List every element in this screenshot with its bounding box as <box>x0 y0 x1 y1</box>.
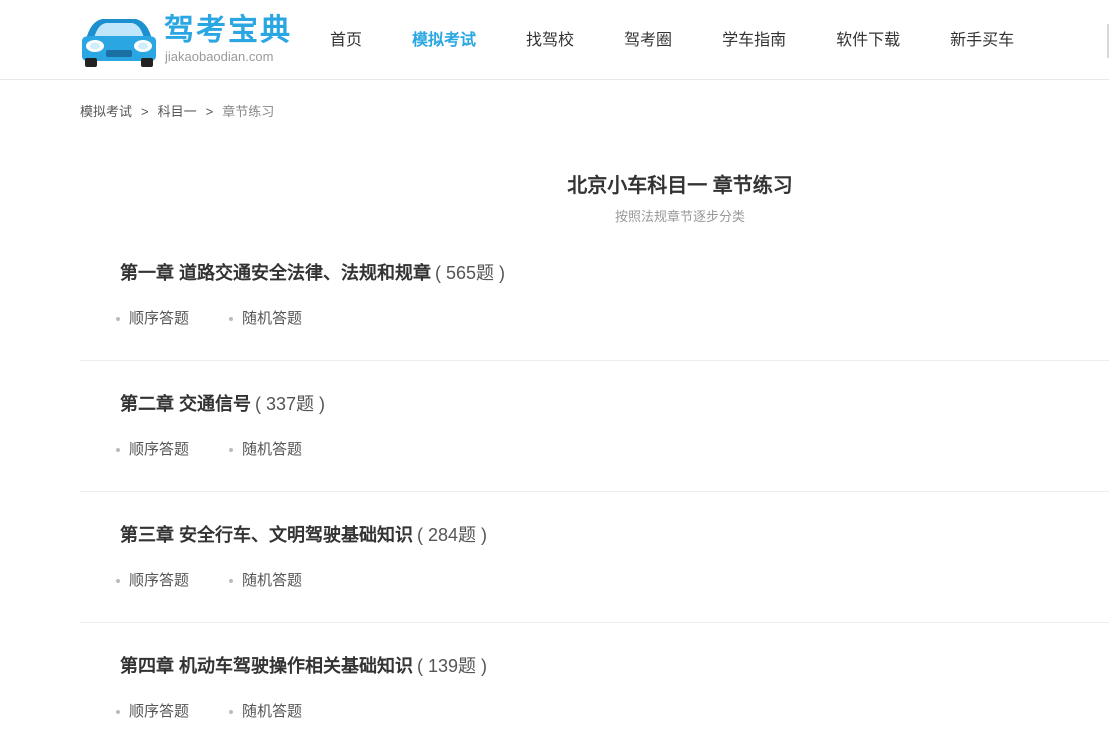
breadcrumb: 模拟考试 > 科目一 > 章节练习 <box>80 103 274 121</box>
link-label: 顺序答题 <box>129 703 190 720</box>
breadcrumb-current: 章节练习 <box>222 104 275 119</box>
nav-mock-exam[interactable]: 模拟考试 <box>412 0 476 80</box>
chapter-actions: 顺序答题 随机答题 <box>116 702 342 722</box>
sequential-practice-link[interactable]: 顺序答题 <box>116 309 189 329</box>
chapter-item: 第四章 机动车驾驶操作相关基础知识( 139题 ) 顺序答题 随机答题 <box>80 623 1109 729</box>
nav-guide[interactable]: 学车指南 <box>722 0 786 80</box>
random-practice-link[interactable]: 随机答题 <box>229 702 302 722</box>
bullet-dot-icon <box>229 317 234 321</box>
logo-title: 驾考宝典 <box>164 14 292 47</box>
bullet-dot-icon <box>229 448 234 452</box>
chapter-list: 第一章 道路交通安全法律、法规和规章( 565题 ) 顺序答题 随机答题 第二章… <box>80 230 1109 729</box>
breadcrumb-separator: > <box>141 104 149 119</box>
sequential-practice-link[interactable]: 顺序答题 <box>116 440 189 460</box>
random-practice-link[interactable]: 随机答题 <box>229 309 302 329</box>
main-nav: 首页 模拟考试 找驾校 驾考圈 学车指南 软件下载 新手买车 <box>330 0 1064 80</box>
sequential-practice-link[interactable]: 顺序答题 <box>116 702 189 722</box>
chapter-item: 第三章 安全行车、文明驾驶基础知识( 284题 ) 顺序答题 随机答题 <box>80 492 1109 623</box>
nav-home[interactable]: 首页 <box>330 0 362 80</box>
logo-domain: jiakaobaodian.com <box>165 49 274 64</box>
car-logo-icon <box>82 19 156 67</box>
site-header: 驾考宝典 jiakaobaodian.com 首页 模拟考试 找驾校 驾考圈 学… <box>0 0 1109 80</box>
breadcrumb-separator: > <box>205 104 214 119</box>
site-logo[interactable]: 驾考宝典 jiakaobaodian.com <box>80 12 300 70</box>
chapter-name: 第三章 安全行车、文明驾驶基础知识 <box>120 525 413 545</box>
nav-community[interactable]: 驾考圈 <box>624 0 672 80</box>
chapter-name: 第二章 交通信号 <box>120 394 252 414</box>
link-label: 顺序答题 <box>129 441 190 458</box>
link-label: 顺序答题 <box>129 310 190 327</box>
nav-find-school[interactable]: 找驾校 <box>526 0 574 80</box>
nav-download[interactable]: 软件下载 <box>836 0 900 80</box>
chapter-heading: 第二章 交通信号( 337题 ) <box>120 391 325 417</box>
chapter-actions: 顺序答题 随机答题 <box>116 309 342 329</box>
bullet-dot-icon <box>116 448 120 452</box>
bullet-dot-icon <box>116 317 120 321</box>
random-practice-link[interactable]: 随机答题 <box>229 440 302 460</box>
chapter-question-count: ( 337题 ) <box>255 394 326 414</box>
chapter-name: 第四章 机动车驾驶操作相关基础知识 <box>120 656 413 676</box>
chapter-question-count: ( 139题 ) <box>417 656 488 676</box>
link-label: 顺序答题 <box>129 572 190 589</box>
chapter-question-count: ( 565题 ) <box>435 263 506 283</box>
chapter-question-count: ( 284题 ) <box>417 525 488 545</box>
bullet-dot-icon <box>116 579 120 583</box>
breadcrumb-subject-one[interactable]: 科目一 <box>158 104 197 119</box>
breadcrumb-mock-exam[interactable]: 模拟考试 <box>80 104 132 119</box>
link-label: 随机答题 <box>242 441 303 458</box>
chapter-name: 第一章 道路交通安全法律、法规和规章 <box>120 263 431 283</box>
sequential-practice-link[interactable]: 顺序答题 <box>116 571 189 591</box>
bullet-dot-icon <box>229 710 234 714</box>
chapter-heading: 第一章 道路交通安全法律、法规和规章( 565题 ) <box>120 260 505 286</box>
chapter-heading: 第三章 安全行车、文明驾驶基础知识( 284题 ) <box>120 522 487 548</box>
chapter-actions: 顺序答题 随机答题 <box>116 440 342 460</box>
bullet-dot-icon <box>116 710 120 714</box>
random-practice-link[interactable]: 随机答题 <box>229 571 302 591</box>
chapter-item: 第一章 道路交通安全法律、法规和规章( 565题 ) 顺序答题 随机答题 <box>80 230 1109 361</box>
page-title: 北京小车科目一 章节练习 <box>567 175 793 197</box>
chapter-heading: 第四章 机动车驾驶操作相关基础知识( 139题 ) <box>120 653 487 679</box>
link-label: 随机答题 <box>242 703 303 720</box>
page-subtitle: 按照法规章节逐步分类 <box>614 209 745 224</box>
nav-buy-car[interactable]: 新手买车 <box>950 0 1014 80</box>
chapter-actions: 顺序答题 随机答题 <box>116 571 342 591</box>
chapter-item: 第二章 交通信号( 337题 ) 顺序答题 随机答题 <box>80 361 1109 492</box>
link-label: 随机答题 <box>242 310 303 327</box>
link-label: 随机答题 <box>242 572 303 589</box>
bullet-dot-icon <box>229 579 234 583</box>
